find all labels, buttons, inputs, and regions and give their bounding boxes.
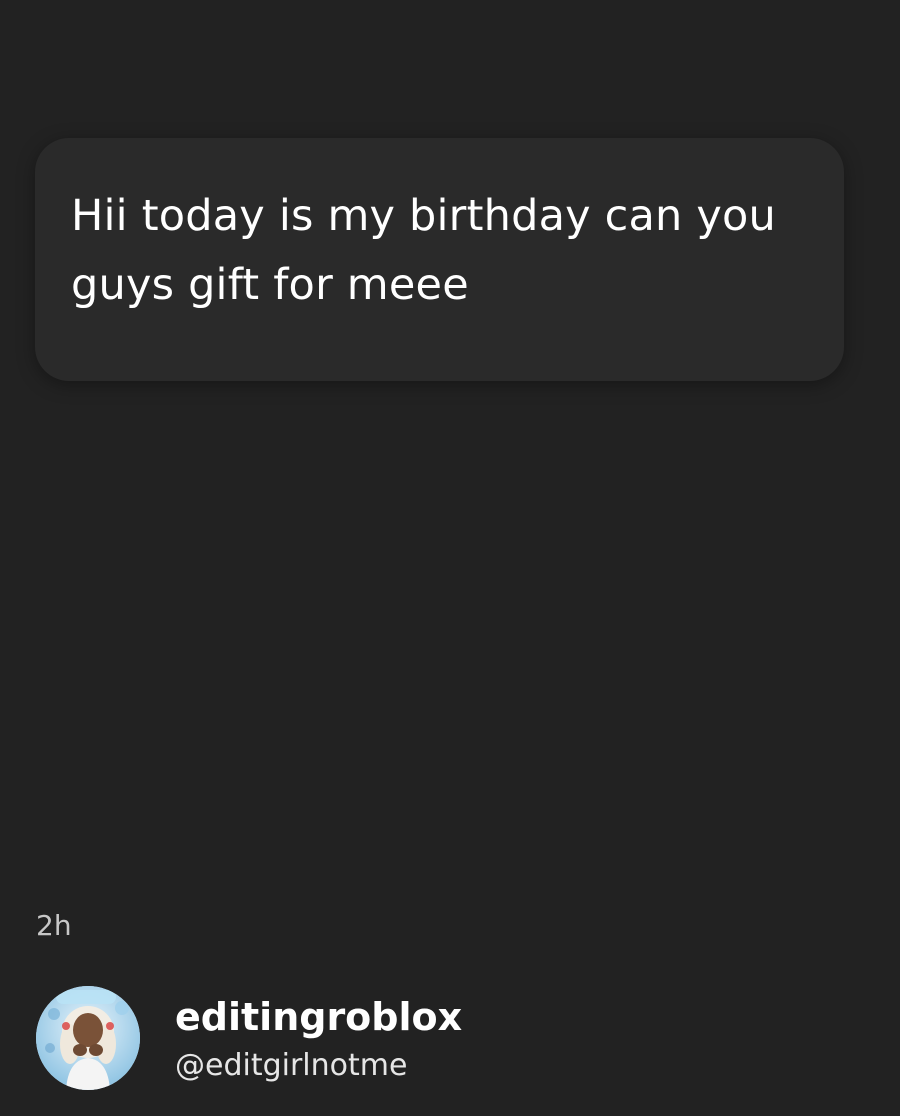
post-screen: Hii today is my birthday can you guys gi… <box>0 0 900 1116</box>
message-text: Hii today is my birthday can you guys gi… <box>71 191 776 310</box>
message-card: Hii today is my birthday can you guys gi… <box>35 138 844 381</box>
author-display-name[interactable]: editingroblox <box>175 994 462 1040</box>
avatar-photo-icon <box>36 986 140 1090</box>
author-row[interactable]: editingroblox @editgirlnotme <box>36 986 676 1090</box>
avatar[interactable] <box>36 986 140 1090</box>
author-handle[interactable]: @editgirlnotme <box>175 1047 407 1085</box>
post-timestamp: 2h <box>36 909 72 942</box>
